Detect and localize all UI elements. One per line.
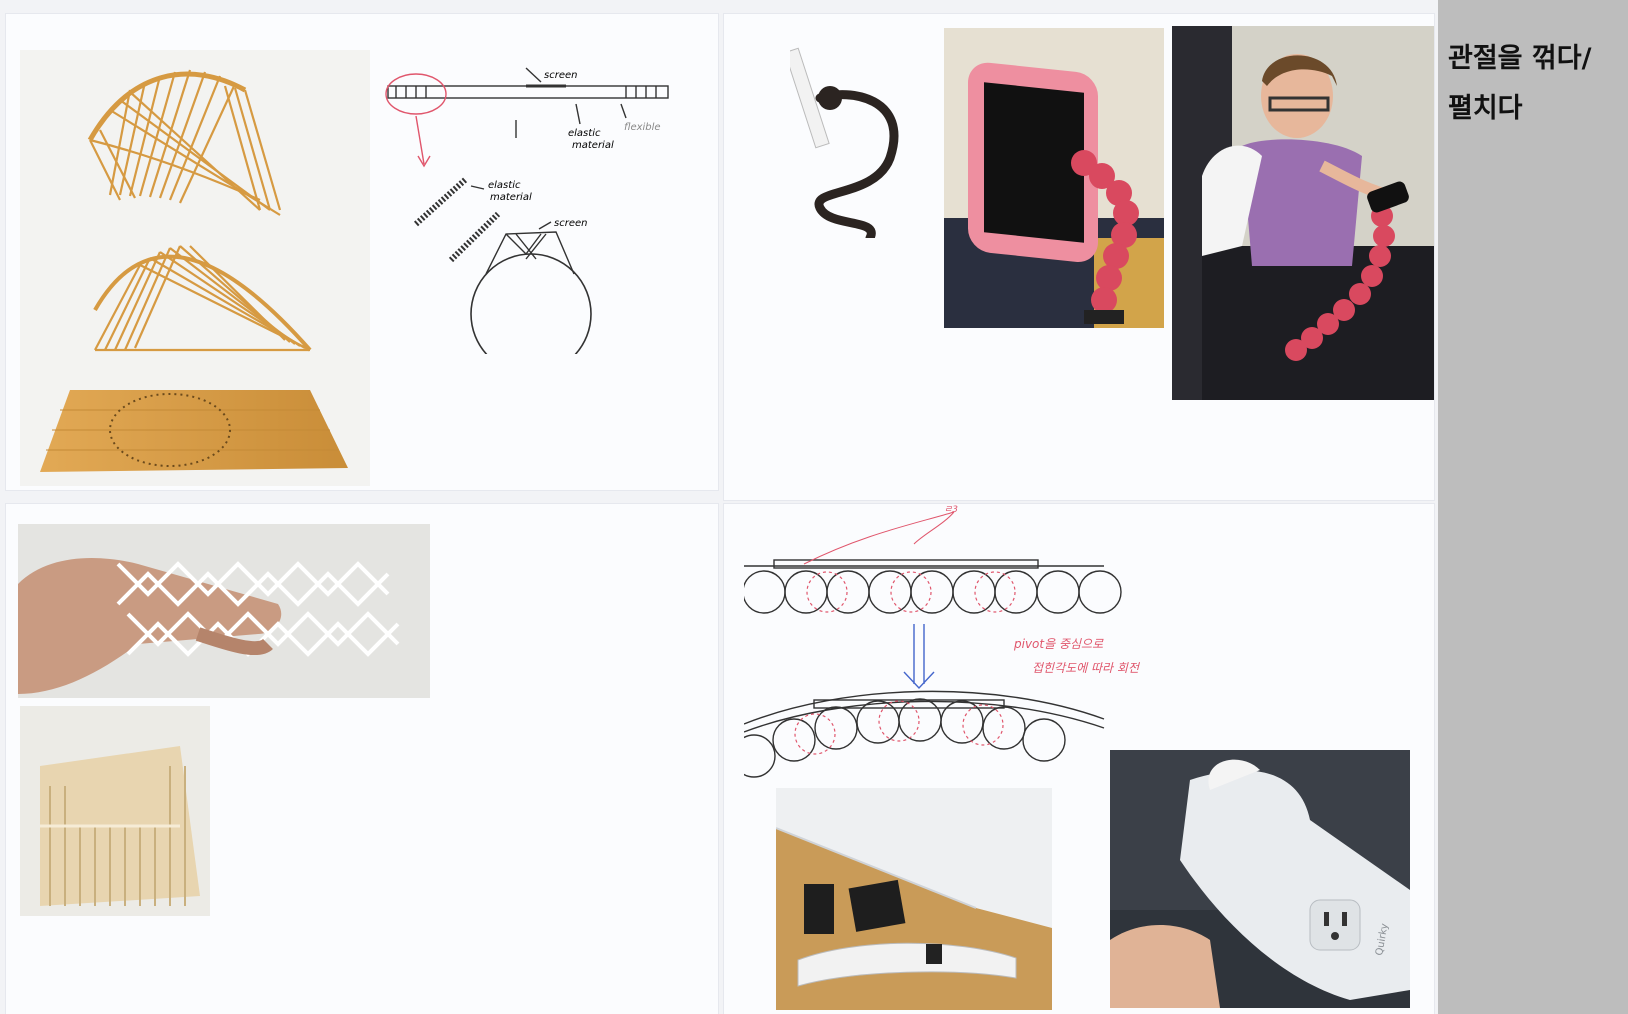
label-elastic-1: elastic bbox=[568, 128, 601, 139]
wood-structure-illustration bbox=[40, 69, 348, 472]
label-screen-top: screen bbox=[544, 70, 577, 81]
ring-screen-sketch: screen elastic material flexible elastic… bbox=[385, 67, 669, 354]
wood-plank-flat bbox=[40, 390, 348, 472]
pivot-note-line-1: pivot을 중심으로 bbox=[1014, 637, 1104, 651]
under-desk-power-strip-photo bbox=[776, 788, 1052, 1010]
folded-lattice-chair-photo bbox=[20, 706, 210, 916]
label-elastic-2: elastic bbox=[488, 180, 521, 191]
sketch-top-note: ㄹ3 bbox=[944, 505, 958, 515]
wood-stool-half bbox=[93, 245, 312, 352]
pink-tablet-arm-photo bbox=[944, 28, 1164, 328]
label-material-1: material bbox=[572, 140, 614, 151]
pivot-note-line-2: 접힌각도에 따라 회전 bbox=[1032, 661, 1139, 675]
pivot-note: pivot을 중심으로 접힌각도에 따라 회전 bbox=[1014, 632, 1174, 680]
sheet-top-left: screen elastic material flexible elastic… bbox=[6, 14, 718, 490]
pivot-power-strip-closeup-photo: Quirky bbox=[1110, 750, 1410, 1008]
gooseneck-stand-photo bbox=[790, 47, 899, 238]
sheet-bottom-left bbox=[6, 504, 718, 1014]
label-flexible: flexible bbox=[624, 122, 661, 133]
wood-structure-photos bbox=[20, 50, 370, 486]
flexible-lattice-hand-photo bbox=[18, 524, 430, 698]
sidebar-title: 관절을 꺾다/ 펼치다 bbox=[1448, 43, 1592, 124]
label-material-2: material bbox=[490, 192, 532, 203]
sheet-top-right bbox=[724, 14, 1434, 500]
sidebar: 관절을 꺾다/ 펼치다 bbox=[1438, 0, 1628, 1014]
sheet-bottom-right: ㄹ3 pivot을 중심으로 접힌각도에 따라 회전 Quirky bbox=[724, 504, 1434, 1014]
collage-board: screen elastic material flexible elastic… bbox=[0, 0, 1438, 1014]
wheelchair-user-photo bbox=[1172, 26, 1434, 400]
wood-stool-open bbox=[87, 69, 282, 216]
label-screen-ring: screen bbox=[554, 218, 587, 229]
